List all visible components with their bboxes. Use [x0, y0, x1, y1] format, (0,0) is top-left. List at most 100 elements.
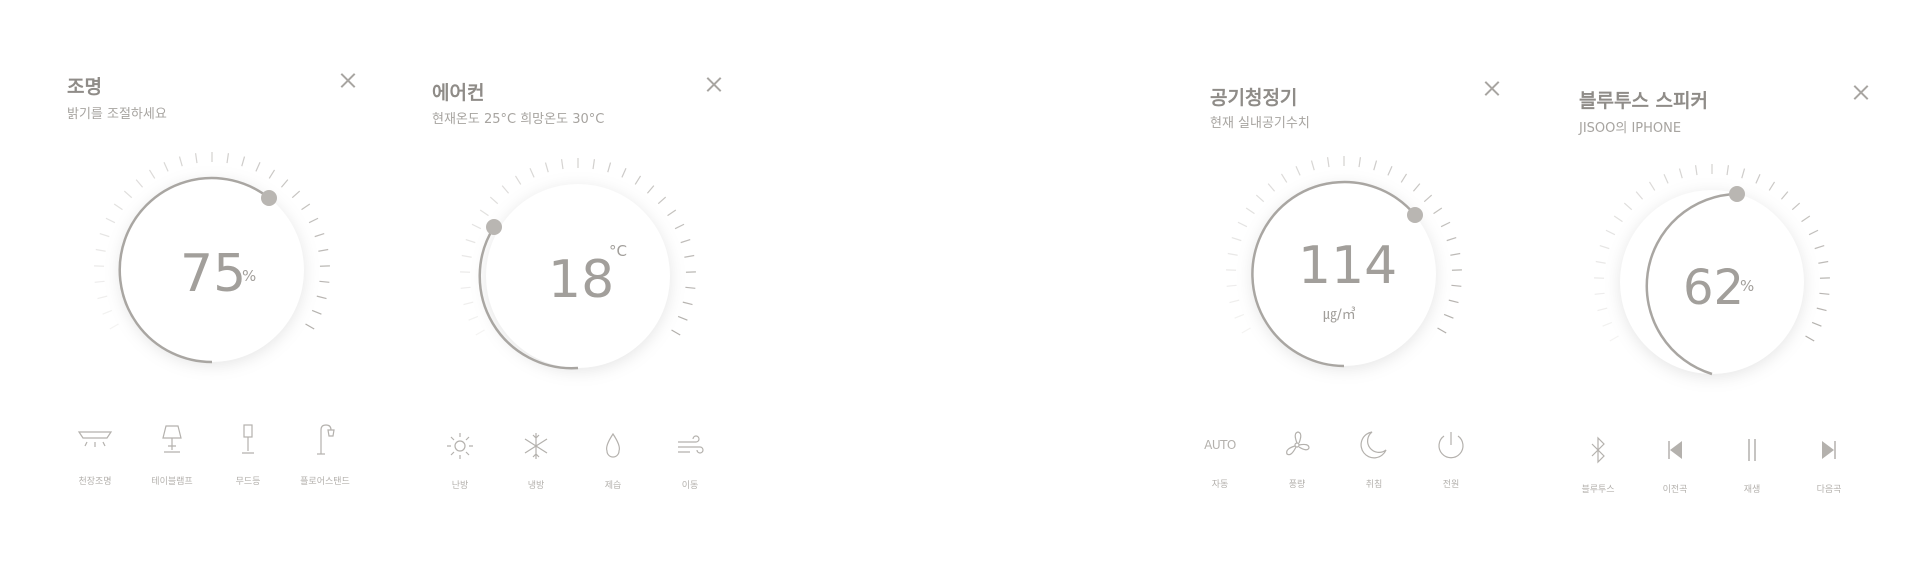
dial-tick [1226, 284, 1237, 287]
dial-tick [529, 167, 535, 178]
speaker-volume-knob[interactable] [1729, 186, 1745, 202]
dial-tick [544, 162, 549, 173]
lighting-close-icon[interactable] [340, 72, 356, 88]
dial-tick [1816, 307, 1827, 312]
dial-tick [113, 203, 123, 211]
floor-stand-icon [317, 424, 335, 455]
option-dehumidify[interactable]: 제습 [573, 428, 653, 491]
option-next-track[interactable]: 다음곡 [1789, 432, 1869, 495]
ceiling-light-icon [77, 431, 113, 447]
option-label: 블루투스 [1581, 485, 1615, 495]
dial-tick [465, 238, 476, 244]
dial-tick [135, 179, 144, 188]
dial-tick [634, 175, 642, 185]
dial-tick [1237, 221, 1248, 228]
purifier-level-knob[interactable] [1407, 207, 1423, 223]
option-label: 냉방 [527, 481, 545, 491]
aircon-title: 에어컨 [432, 82, 485, 104]
option-cooling[interactable]: 냉방 [496, 428, 576, 491]
dial-tick [461, 254, 472, 258]
dial-tick [163, 161, 169, 172]
aircon-close-icon[interactable] [706, 76, 722, 92]
dial-tick [1423, 194, 1433, 203]
dial-tick [677, 315, 688, 321]
speaker-close-icon[interactable] [1853, 84, 1869, 100]
dial-tick [671, 329, 681, 336]
mood-lamp-icon [242, 424, 254, 454]
lighting-level-knob[interactable] [261, 190, 277, 206]
dial-tick [314, 232, 325, 238]
dial-tick [1373, 160, 1378, 171]
dial-tick [1805, 335, 1815, 342]
option-sleep[interactable]: 취침 [1334, 427, 1414, 490]
option-previous-track[interactable]: 이전곡 [1635, 432, 1715, 495]
dial-tick [1440, 221, 1451, 228]
moon-icon [1360, 431, 1387, 459]
option-pause[interactable]: 재생 [1712, 432, 1792, 495]
dial-tick [123, 190, 133, 199]
dial-tick [105, 217, 116, 224]
dial-tick [1605, 229, 1616, 236]
dial-tick [1814, 244, 1825, 250]
dial-tick [682, 301, 693, 306]
option-mood-lamp[interactable]: 무드등 [208, 424, 288, 487]
dial-tick [109, 323, 119, 330]
dial-tick [1595, 260, 1606, 264]
dial-tick [226, 153, 230, 164]
dial-tick [1613, 215, 1623, 223]
dial-tick [657, 196, 667, 205]
lighting-dial[interactable]: 75 % [92, 150, 332, 390]
dial-tick [1780, 191, 1789, 200]
dial-tick [1227, 252, 1238, 256]
lighting-unit: % [242, 267, 257, 285]
speaker-dial[interactable]: 62 % [1592, 162, 1832, 402]
dial-tick [1741, 168, 1746, 179]
dial-tick [1801, 215, 1811, 223]
purifier-dial[interactable]: 114 ㎍/㎥ [1224, 154, 1464, 394]
dial-tick [1443, 313, 1454, 319]
dial-tick [1819, 292, 1830, 295]
dial-tick [674, 223, 685, 230]
option-ceiling-light[interactable]: 천장조명 [55, 424, 135, 487]
dial-tick [148, 169, 156, 179]
snowflake-icon [524, 433, 548, 459]
option-table-lamp[interactable]: 테이블램프 [132, 424, 212, 487]
dial-tick [318, 248, 329, 252]
dial-tick [1602, 321, 1613, 327]
dial-tick [1387, 165, 1393, 176]
option-heating[interactable]: 난방 [420, 428, 500, 491]
lighting-title: 조명 [67, 76, 102, 98]
option-fan[interactable]: 풍량 [1257, 427, 1337, 490]
dial-tick [1648, 181, 1656, 191]
fan-icon [1286, 431, 1310, 456]
dial-tick [646, 185, 655, 194]
dial-tick [301, 203, 311, 211]
dial-tick [514, 175, 522, 185]
aircon-temp-knob[interactable] [486, 219, 502, 235]
sun-icon [447, 433, 473, 459]
option-label: 취침 [1365, 480, 1383, 490]
dial-tick [501, 185, 510, 194]
option-floor-stand[interactable]: 플로어스탠드 [285, 424, 365, 487]
dial-tick [1310, 160, 1315, 171]
dial-tick [468, 315, 479, 321]
dial-tick [1726, 165, 1730, 176]
purifier-close-icon[interactable] [1484, 80, 1500, 96]
option-label: 재생 [1743, 485, 1761, 495]
option-label: 풍량 [1288, 480, 1306, 490]
dial-tick [1791, 202, 1801, 211]
option-wind[interactable]: 이동 [650, 428, 730, 491]
dial-tick [1241, 327, 1251, 334]
dial-tick [471, 223, 482, 230]
purifier-value: 114 [1298, 236, 1398, 296]
option-power[interactable]: 전원 [1411, 427, 1491, 490]
dial-tick [1818, 260, 1829, 264]
dial-tick [685, 286, 696, 289]
dial-tick [1811, 321, 1822, 327]
option-auto[interactable]: AUTO 자동 [1180, 427, 1260, 490]
purifier-unit: ㎍/㎥ [1323, 307, 1356, 323]
option-bluetooth[interactable]: 블루투스 [1558, 432, 1638, 495]
dial-tick [1412, 183, 1421, 192]
aircon-dial[interactable]: 18 °C [458, 156, 698, 396]
dial-tick [1280, 173, 1288, 183]
